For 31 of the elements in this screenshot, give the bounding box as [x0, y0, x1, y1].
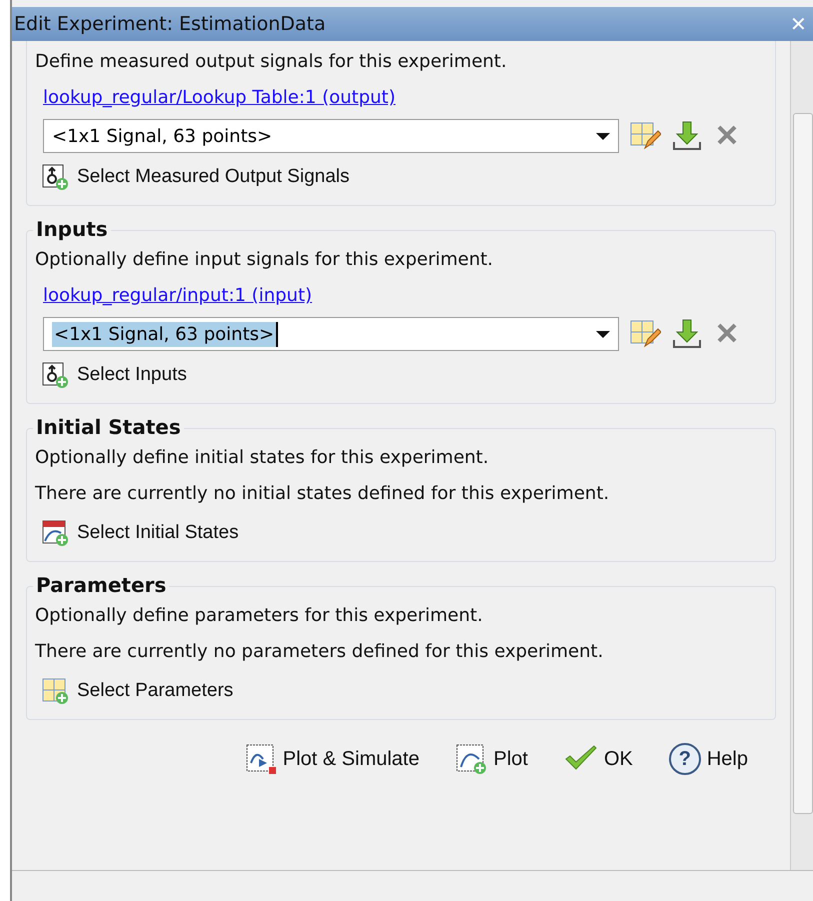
- grid-add-icon: [41, 677, 69, 705]
- select-button[interactable]: Select Parameters: [35, 673, 240, 709]
- help-icon: ?: [668, 743, 701, 775]
- table-edit-icon[interactable]: [629, 318, 661, 350]
- select-button[interactable]: Select Initial States: [35, 515, 245, 551]
- description-text: Optionally define initial states for this experiment.: [35, 446, 490, 470]
- signal-select-icon: [41, 361, 69, 389]
- table-edit-icon[interactable]: [629, 120, 661, 152]
- window-title: Edit Experiment: EstimationData: [14, 13, 326, 35]
- plot-add-icon: [455, 743, 488, 775]
- dialog-button[interactable]: OK: [558, 742, 639, 776]
- plot-simulate-icon: [244, 743, 277, 775]
- dialog-button[interactable]: ? Help: [662, 742, 754, 776]
- description-text: Optionally define parameters for this experiment.: [35, 604, 484, 628]
- description-text: Optionally define input signals for this experiment.: [35, 248, 494, 272]
- select-button[interactable]: Select Measured Output Signals: [35, 159, 356, 195]
- description-text: There are currently no initial states defined for this experiment.: [35, 482, 610, 506]
- dialog-button[interactable]: Plot & Simulate: [238, 742, 426, 776]
- signal-link[interactable]: lookup_regular/input:1 (input): [35, 281, 767, 311]
- import-arrow-icon[interactable]: [671, 318, 703, 350]
- signal-select-icon: [41, 163, 69, 191]
- dialog-button[interactable]: Plot: [449, 742, 534, 776]
- signal-dropdown[interactable]: <1x1 Signal, 63 points>: [43, 119, 619, 153]
- import-arrow-icon[interactable]: [671, 120, 703, 152]
- signal-link[interactable]: lookup_regular/Lookup Table:1 (output): [35, 83, 767, 113]
- description-text: Define measured output signals for this experiment.: [35, 50, 508, 74]
- select-button[interactable]: Select Inputs: [35, 357, 193, 393]
- scrollbar[interactable]: [790, 41, 813, 870]
- plot-add-icon: [41, 519, 69, 547]
- description-text: There are currently no parameters defined for this experiment.: [35, 640, 604, 664]
- signal-dropdown[interactable]: <1x1 Signal, 63 points>: [43, 317, 619, 351]
